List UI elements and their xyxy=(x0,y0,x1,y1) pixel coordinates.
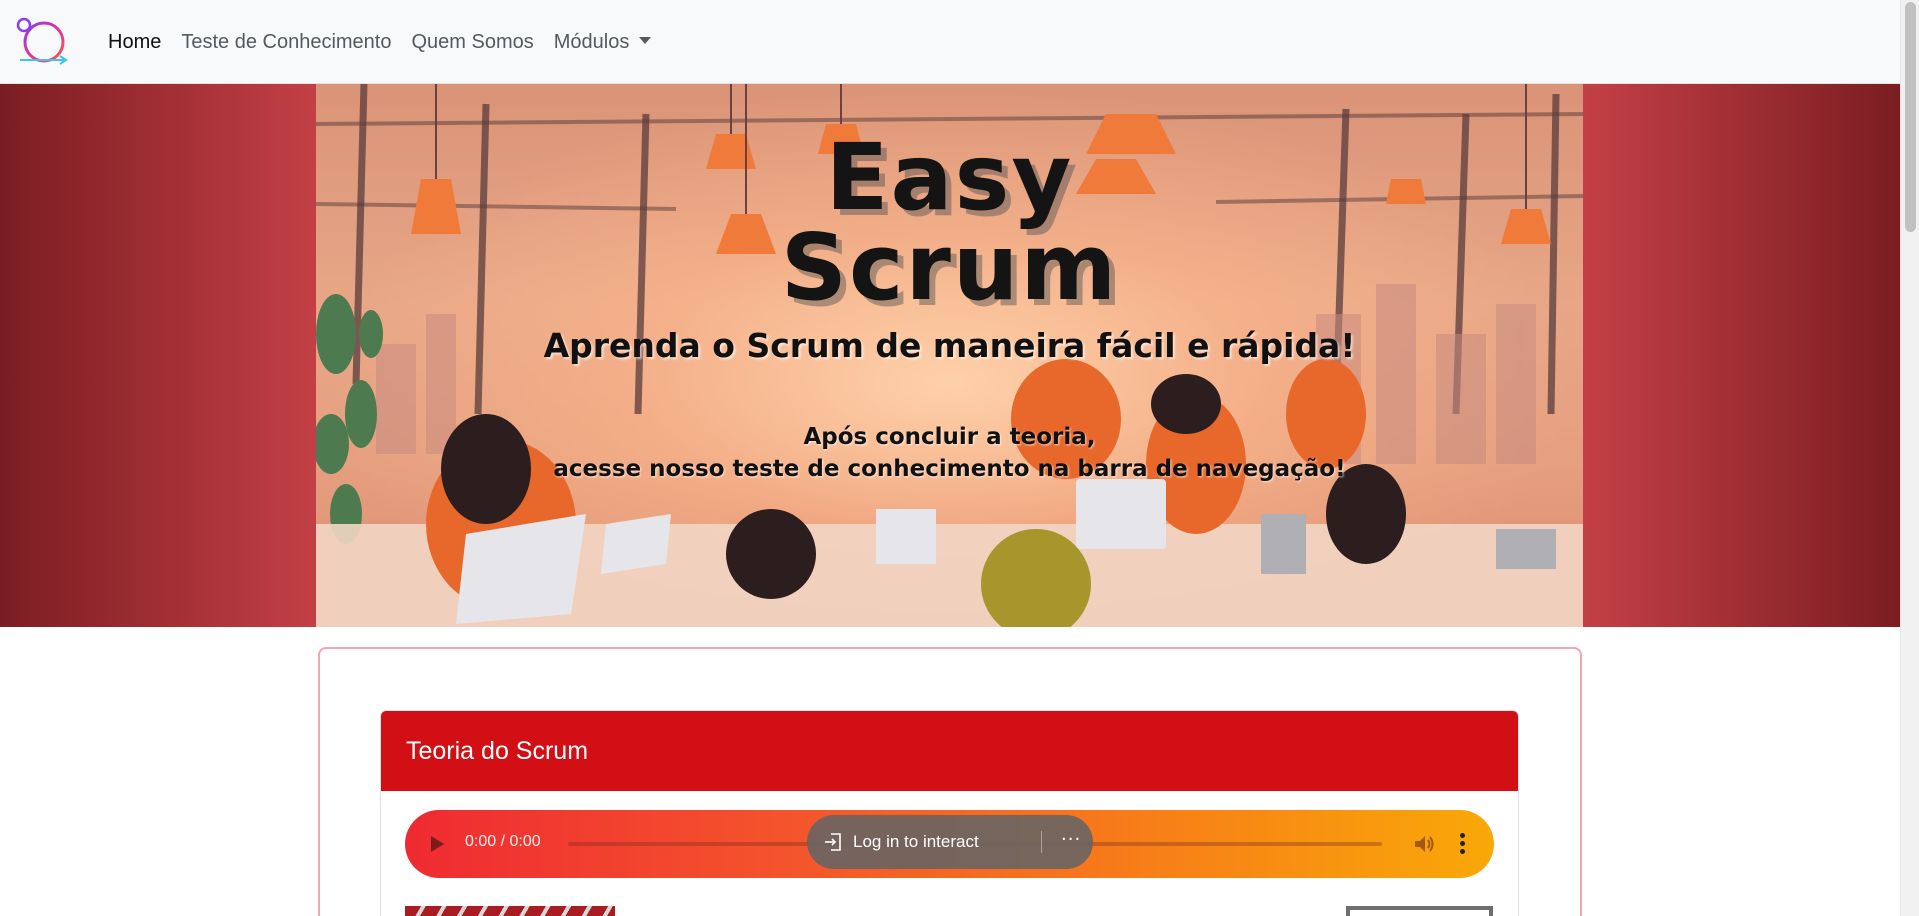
hero-banner: Easy Scrum Aprenda o Scrum de maneira fá… xyxy=(0,84,1900,627)
hero-note-line1: Após concluir a teoria, xyxy=(803,424,1096,450)
theory-card-title: Teoria do Scrum xyxy=(406,736,589,765)
volume-icon[interactable] xyxy=(1413,833,1435,855)
theory-card-header: Teoria do Scrum xyxy=(381,711,1518,791)
page-scrollbar[interactable] xyxy=(1900,0,1919,916)
divider xyxy=(1041,831,1042,853)
login-to-interact-button[interactable]: Log in to interact ··· xyxy=(807,815,1093,869)
play-icon[interactable] xyxy=(431,836,444,852)
navbar: Home Teste de Conhecimento Quem Somos Mó… xyxy=(0,0,1900,84)
nav-teste-de-conhecimento[interactable]: Teste de Conhecimento xyxy=(181,31,391,54)
hero-office-illustration: Easy Scrum Aprenda o Scrum de maneira fá… xyxy=(316,84,1583,627)
more-horizontal-icon[interactable]: ··· xyxy=(1061,829,1081,850)
nav-modulos-dropdown[interactable]: Módulos xyxy=(554,31,652,54)
outlined-box-peek xyxy=(1346,906,1493,916)
login-label: Log in to interact xyxy=(853,832,979,851)
audio-time: 0:00 / 0:00 xyxy=(465,833,541,850)
scrollbar-thumb[interactable] xyxy=(1905,2,1916,232)
striped-banner-peek xyxy=(405,906,615,916)
hero-title-line2: Scrum xyxy=(780,214,1119,321)
hero-subtitle: Aprenda o Scrum de maneira fácil e rápid… xyxy=(543,326,1356,365)
login-icon xyxy=(823,832,843,852)
hero-note-line2: acesse nosso teste de conhecimento na ba… xyxy=(553,456,1346,482)
nav-modulos-label: Módulos xyxy=(553,30,630,53)
hero-title-line1: Easy xyxy=(825,124,1074,231)
nav-menu: Home Teste de Conhecimento Quem Somos Mó… xyxy=(108,0,652,84)
more-vertical-icon[interactable] xyxy=(1457,831,1467,857)
easy-scrum-logo-icon[interactable] xyxy=(14,16,76,68)
nav-quem-somos[interactable]: Quem Somos xyxy=(412,31,534,54)
page: Home Teste de Conhecimento Quem Somos Mó… xyxy=(0,0,1919,916)
nav-home[interactable]: Home xyxy=(108,31,161,54)
caret-down-icon xyxy=(639,36,652,44)
